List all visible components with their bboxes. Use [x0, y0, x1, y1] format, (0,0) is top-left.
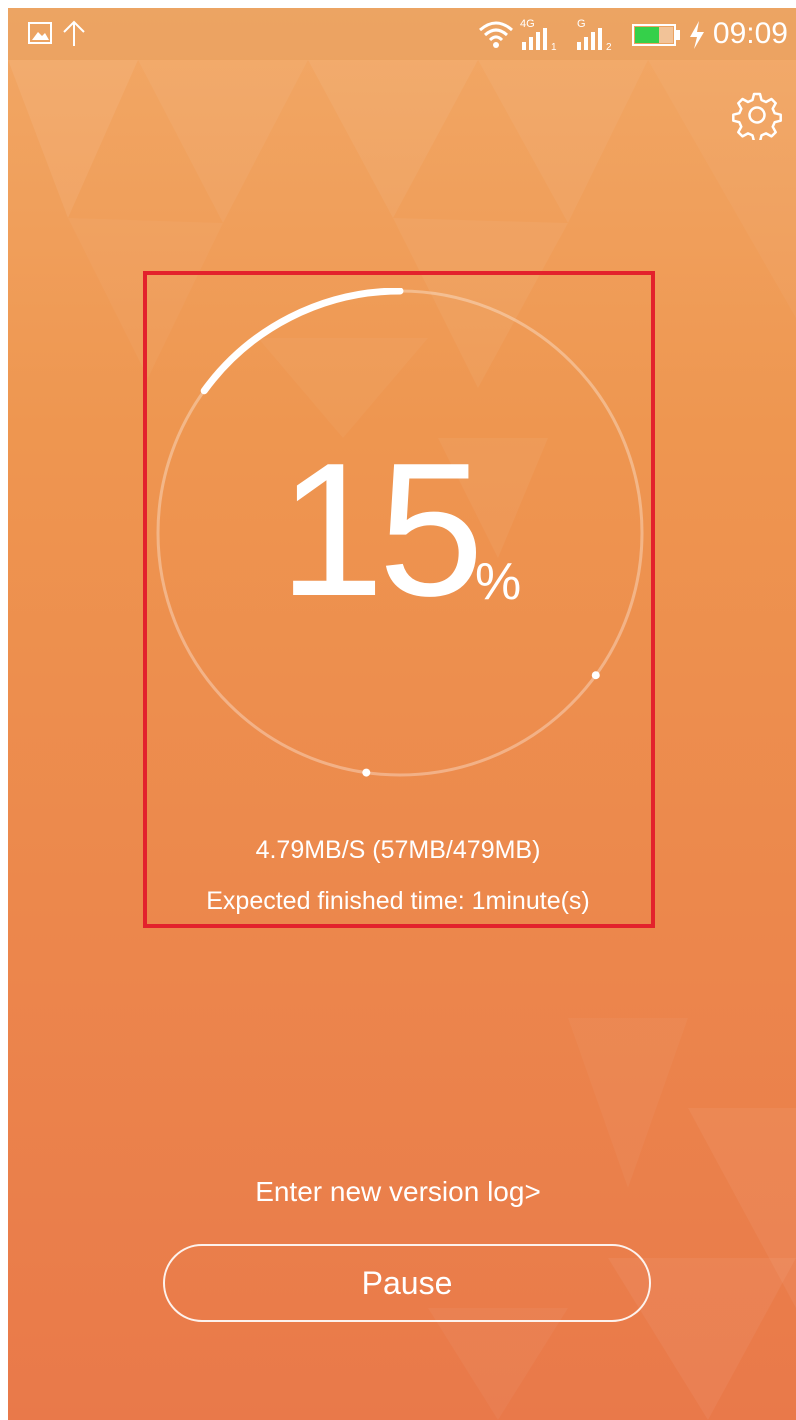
pause-button[interactable]: Pause	[163, 1244, 651, 1322]
wifi-icon	[479, 21, 513, 48]
download-speed-text: 4.79MB/S (57MB/479MB)	[255, 836, 541, 864]
status-bar: 4G 1 G 2 09:09	[8, 8, 796, 60]
signal-4g-sim1-icon: 4G 1	[520, 18, 566, 50]
progress-percent-value: 15	[278, 424, 484, 636]
upload-arrow-icon	[63, 20, 85, 46]
svg-text:1: 1	[551, 42, 557, 50]
progress-arc	[200, 288, 404, 395]
new-version-log-link[interactable]: Enter new version log>	[0, 1172, 796, 1212]
svg-text:2: 2	[606, 42, 612, 50]
image-icon	[28, 22, 52, 44]
expected-finish-text: Expected finished time: 1minute(s)	[206, 887, 590, 915]
progress-marker-dot	[362, 768, 371, 777]
progress-percent-sign: %	[475, 553, 522, 611]
signal-g-sim2-icon: G 2	[575, 18, 621, 50]
charging-bolt-icon	[690, 21, 704, 49]
battery-icon	[632, 24, 680, 46]
progress-marker-dot	[591, 671, 600, 680]
status-clock: 09:09	[712, 17, 788, 50]
settings-gear-icon[interactable]	[732, 90, 782, 140]
